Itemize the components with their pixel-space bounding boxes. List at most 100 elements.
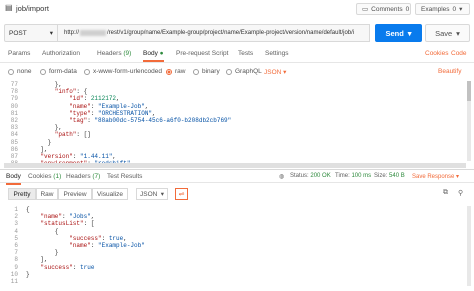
line-number: 77 [10, 81, 18, 88]
code-token: }, [26, 124, 63, 132]
code-token: "Jobs" [69, 213, 91, 221]
line-number: 9 [14, 263, 18, 271]
examples-count: 0 [452, 5, 457, 13]
code-token: : [ [83, 220, 95, 228]
body-format-select[interactable]: JSON ▾ [264, 68, 286, 76]
radio-urlencoded-label: x-www-form-urlencoded [93, 68, 162, 75]
line-number: 85 [10, 138, 18, 146]
response-body-editor[interactable]: 1 2 3 4 5 6 7 8 9 10 11 { "name": "Jobs", "statusL… [4, 206, 466, 291]
line-number: 82 [10, 116, 18, 124]
radio-dot [40, 68, 46, 75]
response-tab-cookies[interactable]: Cookies (1) [28, 173, 61, 180]
line-number: 3 [14, 220, 18, 228]
size-value: 540 B [389, 173, 405, 179]
code-token: true [108, 234, 124, 242]
scrollbar-thumb[interactable] [467, 81, 471, 101]
request-body-code: }, "info": { "id": 2112172, "name": "Exa… [26, 81, 231, 164]
code-token: "success" [26, 234, 102, 242]
method-select[interactable]: POST ▾ [4, 24, 58, 42]
response-tab-cookies-count: (1) [53, 173, 62, 180]
tab-authorization[interactable]: Authorization [42, 50, 80, 57]
radio-raw[interactable]: raw [166, 68, 185, 75]
save-response-button[interactable]: Save Response ▾ [412, 173, 459, 180]
chevron-down-icon[interactable]: ▾ [456, 29, 460, 38]
code-token: "name" [26, 213, 63, 221]
code-token: , [90, 213, 95, 221]
code-line: "info": { [26, 88, 231, 95]
view-preview-button[interactable]: Preview [58, 188, 92, 200]
code-token: "id" [26, 95, 84, 103]
send-label: Send [385, 28, 404, 38]
code-token: : [90, 102, 99, 110]
send-button[interactable]: Send ▾ [375, 24, 422, 42]
radio-form-data[interactable]: form-data [40, 68, 77, 75]
response-tab-test-results[interactable]: Test Results [107, 173, 142, 180]
response-tab-headers[interactable]: Headers (7) [66, 173, 100, 180]
line-number: 87 [10, 152, 18, 160]
beautify-link[interactable]: Beautify [438, 68, 462, 75]
wrap-lines-icon[interactable]: ⇌ [175, 188, 188, 200]
tab-body[interactable]: Body ● [143, 50, 164, 62]
code-token: ], [26, 256, 48, 264]
code-link[interactable]: Code [451, 50, 467, 57]
comments-button[interactable]: ▭ Comments 0 [356, 3, 411, 15]
code-token: , [116, 95, 120, 103]
radio-none-label: none [17, 68, 32, 75]
line-number: 84 [10, 131, 18, 139]
view-visualize-button[interactable]: Visualize [92, 188, 128, 200]
code-line: } [26, 271, 145, 278]
line-number: 79 [10, 95, 18, 103]
view-raw-button[interactable]: Raw [36, 188, 58, 200]
code-token: "type" [26, 109, 91, 117]
line-number-gutter: 777879808182838485868788899091 [4, 81, 18, 164]
code-token: true [80, 263, 95, 271]
code-token: "info" [26, 88, 77, 96]
response-format-select[interactable]: JSON ▾ [136, 188, 168, 200]
code-line: { [26, 228, 145, 235]
tab-prerequest-script[interactable]: Pre-request Script [176, 50, 228, 57]
code-line: "success": true [26, 264, 145, 271]
radio-urlencoded[interactable]: x-www-form-urlencoded [84, 68, 162, 75]
search-icon[interactable]: ⚲ [458, 189, 463, 197]
time-label: Time: [335, 173, 350, 179]
url-input[interactable]: http:// /rest/v1/group/name/Example-grou… [58, 24, 370, 42]
tab-params[interactable]: Params [8, 50, 30, 57]
tab-settings[interactable]: Settings [265, 50, 289, 57]
radio-dot [84, 68, 90, 75]
vertical-scrollbar[interactable] [467, 206, 471, 286]
code-token: "statusList" [26, 220, 84, 228]
tab-headers-count: (9) [123, 50, 132, 57]
radio-none[interactable]: none [8, 68, 31, 75]
save-button[interactable]: Save ▾ [425, 24, 470, 42]
chevron-down-icon[interactable]: ▾ [408, 29, 412, 38]
method-value: POST [9, 29, 27, 37]
code-token: "Example-Job" [98, 102, 145, 110]
tab-tests[interactable]: Tests [238, 50, 253, 57]
response-tab-body[interactable]: Body [6, 173, 21, 185]
code-token: : [72, 263, 81, 271]
request-body-editor[interactable]: 777879808182838485868788899091 }, "info"… [4, 81, 466, 164]
radio-binary[interactable]: binary [193, 68, 220, 75]
tab-headers[interactable]: Headers (9) [97, 50, 131, 57]
code-token: "ORCHESTRATION" [98, 109, 153, 117]
chevron-down-icon: ▾ [456, 174, 460, 180]
globe-icon[interactable]: ◍ [279, 173, 284, 180]
copy-icon[interactable]: ⧉ [443, 189, 448, 197]
radio-graphql[interactable]: GraphQL [226, 68, 262, 75]
cookies-link[interactable]: Cookies [425, 50, 448, 57]
time-readout: Time: 100 ms [335, 173, 371, 179]
line-number: 11 [10, 277, 18, 285]
code-token: : [90, 109, 99, 117]
examples-label: Examples [421, 5, 450, 13]
code-token: : [83, 95, 91, 103]
examples-button[interactable]: Examples 0 ▾ [415, 3, 470, 15]
comment-icon: ▭ [362, 6, 369, 13]
horizontal-scrollbar[interactable] [4, 163, 466, 168]
code-token: "88ab00dc-5754-45c6-a6f0-b208db2cb769" [94, 116, 232, 124]
code-token: , [144, 102, 149, 110]
size-readout: Size: 540 B [374, 173, 405, 179]
chevron-down-icon: ▾ [283, 69, 287, 76]
view-pretty-button[interactable]: Pretty [8, 188, 36, 200]
code-token: "path" [26, 131, 77, 139]
request-title[interactable]: job/import [16, 4, 49, 13]
